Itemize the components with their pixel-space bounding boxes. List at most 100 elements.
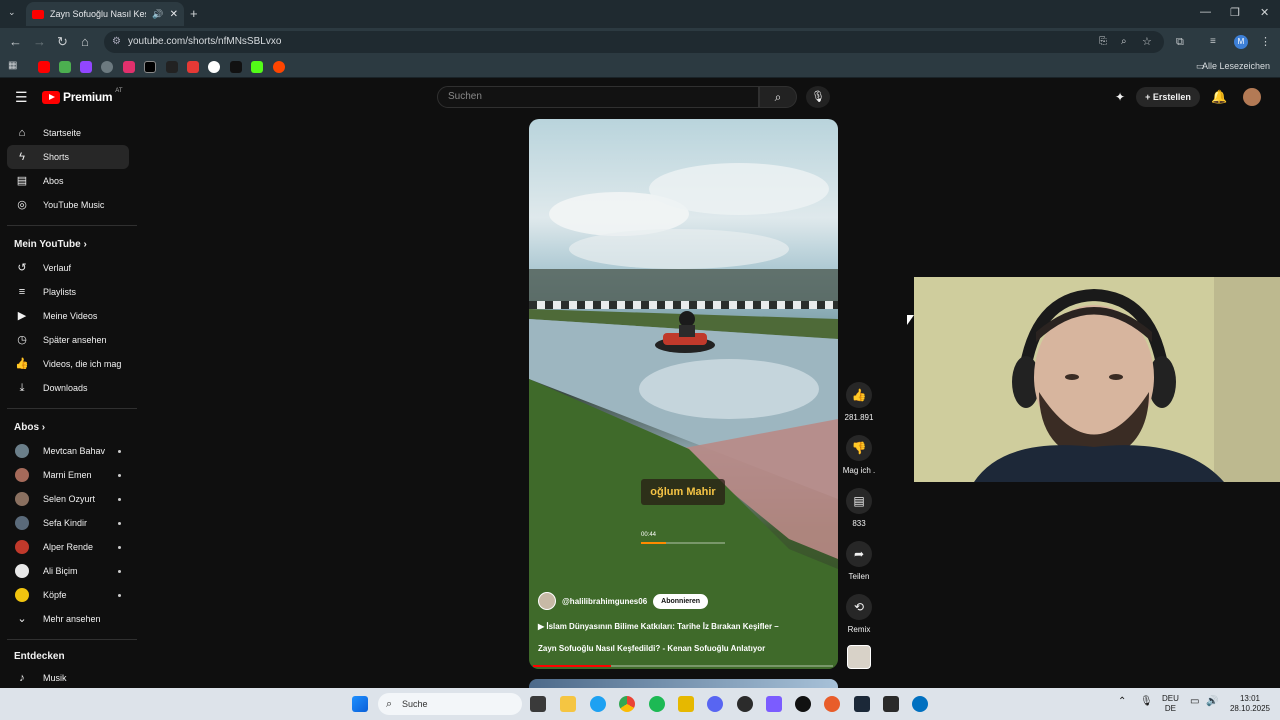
browser-menu-icon[interactable]: ⋮ — [1260, 34, 1271, 50]
all-bookmarks-link[interactable]: Alle Lesezeichen — [1202, 61, 1270, 71]
minimize-icon[interactable]: — — [1200, 6, 1211, 18]
bookmark-youtube-icon[interactable] — [38, 61, 50, 73]
bookmark-icon[interactable] — [166, 61, 178, 73]
sidebar-item-playlists[interactable]: ≡ Playlists — [7, 280, 129, 304]
subscription-item[interactable]: Ali Biçim — [7, 559, 129, 583]
install-app-icon[interactable]: ⎘ — [1099, 34, 1107, 50]
chrome-icon[interactable] — [619, 696, 635, 712]
subscription-item[interactable]: Köpfe — [7, 583, 129, 607]
bookmark-tiktok-icon[interactable] — [230, 61, 242, 73]
subscription-item[interactable]: Selen Ozyurt — [7, 487, 129, 511]
subscription-item[interactable]: Sefa Kindir — [7, 511, 129, 535]
share-button[interactable]: ➦ — [846, 541, 872, 567]
youtube-logo[interactable]: Premium AT — [42, 88, 123, 104]
bookmark-icon[interactable] — [187, 61, 199, 73]
video-progress-bar[interactable] — [533, 665, 833, 667]
spotify-icon[interactable] — [649, 696, 665, 712]
volume-icon[interactable]: 🔊 — [1206, 697, 1218, 707]
back-icon[interactable]: ← — [9, 34, 22, 50]
browser-tab-active[interactable]: Zayn Sofuoğlu Nasıl Keşfedi 🔊 ✕ — [26, 2, 184, 26]
app-icon[interactable] — [766, 696, 782, 712]
restore-icon[interactable]: ❐ — [1230, 6, 1240, 19]
tab-list-chevron-icon[interactable]: ⌄ — [8, 7, 16, 18]
language-indicator[interactable]: DEU DE — [1162, 694, 1179, 714]
show-more-button[interactable]: ⌄ Mehr ansehen — [7, 607, 129, 631]
channel-name[interactable]: @halilibrahimgunes06 — [562, 597, 647, 606]
video-title-line-1[interactable]: ▶ İslam Dünyasının Bilime Katkıları: Tar… — [538, 622, 779, 631]
sidebar-item-shorts[interactable]: ϟ Shorts — [7, 145, 129, 169]
sidebar-item-verlauf[interactable]: ↺ Verlauf — [7, 256, 129, 280]
notifications-bell-icon[interactable]: 🔔 — [1211, 89, 1227, 105]
sidebar-item-startseite[interactable]: ⌂ Startseite — [7, 121, 129, 145]
menu-icon[interactable]: ☰ — [15, 89, 28, 106]
sound-thumbnail[interactable] — [847, 645, 871, 669]
dislike-button[interactable]: 👎 — [846, 435, 872, 461]
speaker-icon[interactable]: 🔊 — [152, 9, 163, 20]
search-button[interactable]: ⌕ — [759, 86, 797, 108]
like-button[interactable]: 👍 — [846, 382, 872, 408]
sidebar-item-youtube-music[interactable]: ◎ YouTube Music — [7, 193, 129, 217]
epic-games-icon[interactable] — [883, 696, 899, 712]
apps-grid-icon[interactable]: ▦ — [8, 60, 17, 71]
extensions-icon[interactable]: ⧉ — [1176, 34, 1184, 50]
search-input[interactable]: Suchen — [437, 86, 759, 108]
voice-search-button[interactable]: 🎙 — [806, 86, 830, 108]
file-explorer-icon[interactable] — [560, 696, 576, 712]
taskbar-search[interactable]: ⌕ Suche — [378, 693, 522, 715]
create-button[interactable]: + Erstellen — [1136, 87, 1200, 107]
discord-icon[interactable] — [707, 696, 723, 712]
subscription-item[interactable]: Alper Rende — [7, 535, 129, 559]
video-title-line-2[interactable]: Zayn Sofuoğlu Nasıl Keşfedildi? - Kenan … — [538, 644, 765, 653]
window-close-icon[interactable]: ✕ — [1260, 6, 1269, 19]
shorts-video-player[interactable] — [529, 119, 838, 669]
bookmark-x-icon[interactable] — [144, 61, 156, 73]
forward-icon[interactable]: → — [33, 34, 46, 50]
media-controls-icon[interactable]: ≡ — [1210, 34, 1216, 50]
gaming-icon[interactable]: ✦ — [1115, 90, 1125, 104]
network-icon[interactable]: ▭ — [1190, 697, 1199, 707]
address-field[interactable]: ⚙ youtube.com/shorts/nfMNsSBLvxo — [104, 31, 1164, 53]
abos-heading[interactable]: Abos › — [14, 422, 45, 433]
mein-youtube-heading[interactable]: Mein YouTube › — [14, 239, 87, 250]
channel-avatar[interactable] — [538, 592, 556, 610]
bookmark-kick-icon[interactable] — [251, 61, 263, 73]
clock[interactable]: 13:01 28.10.2025 — [1226, 694, 1274, 714]
site-info-icon[interactable]: ⚙ — [112, 31, 121, 53]
home-button-icon[interactable]: ⌂ — [81, 34, 89, 50]
task-view-icon[interactable] — [530, 696, 546, 712]
profile-avatar[interactable]: M — [1234, 35, 1248, 49]
windows-start-icon[interactable] — [352, 696, 368, 712]
tray-chevron-up-icon[interactable]: ⌃ — [1118, 697, 1126, 707]
zoom-icon[interactable]: ⌕ — [1121, 34, 1127, 50]
sidebar-item-musik[interactable]: ♪ Musik — [7, 666, 129, 690]
tab-close-icon[interactable]: ✕ — [170, 9, 178, 20]
steam-icon[interactable] — [854, 696, 870, 712]
obs-icon[interactable] — [737, 696, 753, 712]
reload-icon[interactable]: ↻ — [57, 34, 68, 50]
bookmark-reddit-icon[interactable] — [273, 61, 285, 73]
remix-button[interactable]: ⟲ — [846, 594, 872, 620]
bookmark-icon[interactable] — [208, 61, 220, 73]
sidebar-item-meine-videos[interactable]: ▶ Meine Videos — [7, 304, 129, 328]
bookmark-star-icon[interactable]: ☆ — [1142, 34, 1152, 50]
app-icon[interactable] — [824, 696, 840, 712]
sidebar-item-spaeter-ansehen[interactable]: ◷ Später ansehen — [7, 328, 129, 352]
subscribe-button[interactable]: Abonnieren — [653, 593, 709, 609]
app-icon[interactable] — [678, 696, 694, 712]
app-icon[interactable] — [912, 696, 928, 712]
sidebar-item-downloads[interactable]: ⤓ Downloads — [7, 376, 129, 400]
bookmark-twitch-icon[interactable] — [80, 61, 92, 73]
bookmark-icon[interactable] — [101, 61, 113, 73]
sidebar-item-abos[interactable]: ▤ Abos — [7, 169, 129, 193]
bookmark-instagram-icon[interactable] — [123, 61, 135, 73]
bookmark-icon[interactable] — [59, 61, 71, 73]
subscription-item[interactable]: Marni Emen — [7, 463, 129, 487]
app-icon[interactable] — [795, 696, 811, 712]
microphone-tray-icon[interactable]: 🎙 — [1140, 697, 1153, 707]
subscription-item[interactable]: Mevtcan Bahav — [7, 439, 129, 463]
comments-button[interactable]: ▤ — [846, 488, 872, 514]
sidebar-item-liked-videos[interactable]: 👍 Videos, die ich mag — [7, 352, 129, 376]
new-tab-icon[interactable]: + — [190, 6, 198, 21]
edge-icon[interactable] — [590, 696, 606, 712]
account-avatar[interactable] — [1243, 88, 1261, 106]
